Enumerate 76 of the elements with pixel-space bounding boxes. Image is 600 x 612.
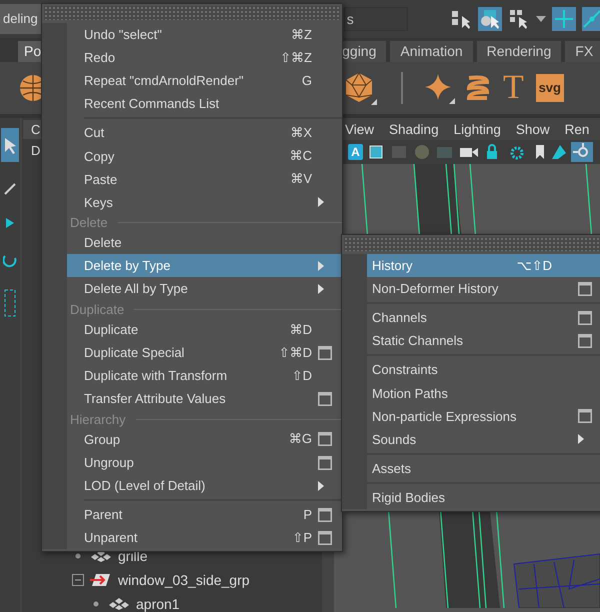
shelf-tab[interactable]: FX <box>565 41 600 62</box>
icosahedron-icon[interactable] <box>343 71 377 105</box>
shelf-tab[interactable]: Rendering <box>476 41 562 62</box>
menu-item[interactable]: Rigid Bodies <box>367 486 600 509</box>
option-box-icon[interactable] <box>318 456 332 470</box>
scale-tool-icon[interactable] <box>3 288 17 318</box>
option-box-icon[interactable] <box>318 392 332 406</box>
joint-icon[interactable] <box>582 7 600 31</box>
menu-item[interactable]: Parent P <box>67 503 342 526</box>
select-component-icon[interactable] <box>508 8 530 30</box>
menu-item[interactable]: Non-Deformer History <box>367 277 600 300</box>
menu-item[interactable]: Repeat "cmdArnoldRender" G <box>67 69 342 92</box>
panel-menu-item[interactable]: Shading <box>389 122 439 136</box>
outliner-item[interactable]: grille <box>118 548 148 564</box>
option-box-icon[interactable] <box>578 409 592 424</box>
mesh-icon <box>108 597 130 611</box>
sparkle-icon[interactable] <box>423 72 455 104</box>
outliner-item[interactable]: apron1 <box>136 596 180 612</box>
menu-item[interactable]: Duplicate with Transform ⇧D <box>67 364 342 388</box>
caret-icon[interactable] <box>536 15 546 23</box>
panel-menu-item[interactable]: Show <box>516 122 550 136</box>
collapse-icon[interactable] <box>72 574 84 586</box>
text-tool-icon[interactable]: T <box>503 71 524 105</box>
menu-item[interactable]: Motion Paths <box>367 381 600 405</box>
menu-item[interactable]: Constraints <box>367 358 600 382</box>
group-transform-icon <box>90 572 112 588</box>
tear-off-handle[interactable] <box>44 6 340 20</box>
menu-item[interactable]: Non-particle Expressions <box>367 404 600 428</box>
menu-item[interactable]: History ⌥⇧D <box>367 254 600 278</box>
option-box-icon[interactable] <box>578 310 592 325</box>
section-header: Hierarchy <box>70 412 126 427</box>
section-header: Duplicate <box>70 302 124 317</box>
select-tool-icon[interactable] <box>1 128 19 162</box>
select-hierarchy-icon[interactable] <box>450 8 472 30</box>
menu-item[interactable]: Group ⌘G <box>67 428 342 451</box>
menu-item[interactable]: Unparent ⇧P <box>67 526 342 550</box>
search-field[interactable]: s <box>344 7 408 31</box>
menu-item[interactable]: Cut ⌘X <box>67 121 342 144</box>
section-header: Delete <box>70 215 108 230</box>
menu-item[interactable]: Copy ⌘C <box>67 144 342 168</box>
shelf-tab[interactable]: Animation <box>390 41 473 62</box>
plus-icon[interactable] <box>552 7 576 31</box>
workspace-dropdown[interactable]: deling <box>0 4 44 34</box>
svg-tool-icon[interactable]: svg <box>536 74 564 102</box>
menu-item[interactable]: Delete <box>67 231 342 254</box>
mesh-icon <box>90 549 112 563</box>
bookmark-icon[interactable] <box>533 143 547 161</box>
isolate-icon[interactable] <box>571 142 593 162</box>
menu-item[interactable]: Sounds <box>367 428 600 451</box>
menu-item[interactable]: Transfer Attribute Values <box>67 387 342 410</box>
option-box-icon[interactable] <box>578 282 592 296</box>
panel-menu-item[interactable]: View <box>345 122 374 136</box>
menu-item[interactable]: Recent Commands List <box>67 92 342 116</box>
panel-label: D <box>31 143 40 158</box>
option-box-icon[interactable] <box>578 334 592 348</box>
menu-item[interactable]: Assets <box>367 456 600 480</box>
plane-icon[interactable] <box>550 143 568 161</box>
menu-item[interactable]: Ungroup <box>67 451 342 474</box>
menu-item[interactable]: Delete All by Type <box>67 277 342 301</box>
menu-item[interactable]: LOD (Level of Detail) <box>67 474 342 498</box>
option-box-icon[interactable] <box>318 432 332 446</box>
panel-menu-item[interactable]: Lighting <box>454 122 501 136</box>
menu-item[interactable]: Duplicate Special ⇧⌘D <box>67 341 342 364</box>
outliner-item[interactable]: window_03_side_grp <box>118 572 250 588</box>
option-box-icon[interactable] <box>318 346 332 360</box>
select-object-icon[interactable] <box>478 7 502 31</box>
menu-item[interactable]: Channels <box>367 306 600 330</box>
panel-menu-item[interactable]: Ren <box>564 122 590 136</box>
tear-off-handle[interactable] <box>344 237 600 251</box>
option-box-icon[interactable] <box>318 508 332 522</box>
menu-item[interactable]: Static Channels <box>367 329 600 352</box>
menu-item[interactable]: Keys <box>67 190 342 214</box>
option-box-icon[interactable] <box>318 530 332 545</box>
menu-item[interactable]: Duplicate ⌘D <box>67 318 342 342</box>
menu-item[interactable]: Delete by Type <box>67 254 342 278</box>
menu-item[interactable]: Paste ⌘V <box>67 168 342 191</box>
